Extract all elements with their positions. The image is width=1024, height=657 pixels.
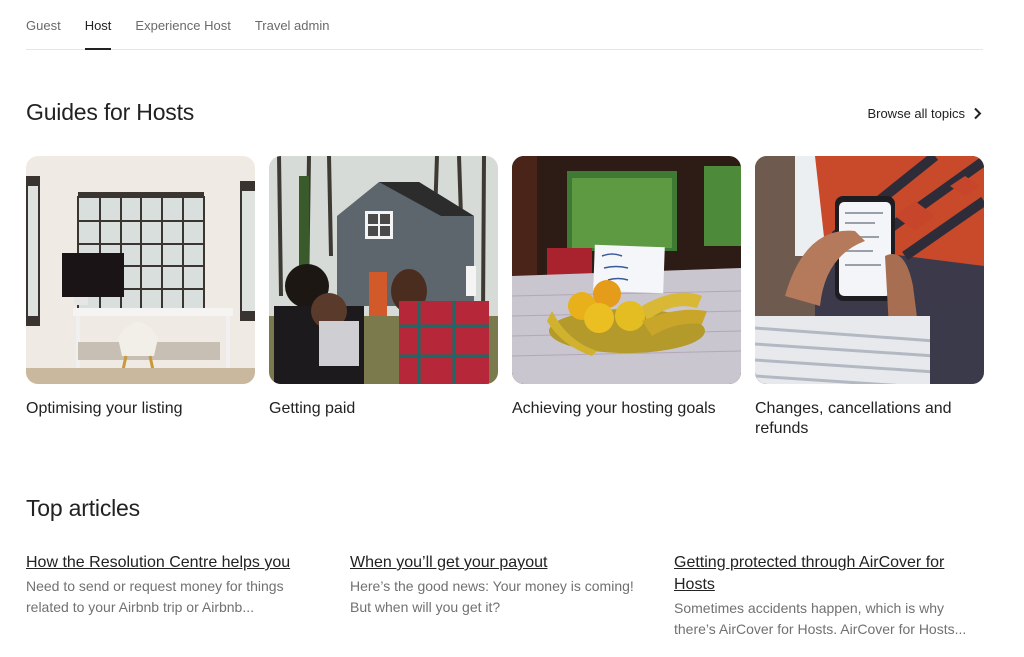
tab-experience-host[interactable]: Experience Host: [135, 0, 230, 50]
top-articles-list: How the Resolution Centre helps you Need…: [26, 552, 986, 640]
guide-card-title: Optimising your listing: [26, 400, 183, 417]
guide-card-title: Getting paid: [269, 400, 356, 417]
fruit-bowl-with-note-photo: [512, 156, 741, 384]
guides-card-list: Optimising your listing Getting paid Ach…: [26, 156, 984, 439]
article-title-link[interactable]: How the Resolution Centre helps you: [26, 552, 326, 574]
guide-card-optimising-listing[interactable]: Optimising your listing: [26, 156, 255, 439]
family-in-front-of-house-photo: [269, 156, 498, 384]
tab-guest[interactable]: Guest: [26, 0, 61, 50]
article-description: Need to send or request money for things…: [26, 578, 284, 615]
article-description: Sometimes accidents happen, which is why…: [674, 600, 967, 637]
guides-section-title: Guides for Hosts: [26, 99, 195, 125]
user-type-tabs: Guest Host Experience Host Travel admin: [26, 0, 983, 50]
guide-card-hosting-goals[interactable]: Achieving your hosting goals: [512, 156, 741, 439]
browse-all-topics-label: Browse all topics: [867, 106, 965, 121]
tab-host[interactable]: Host: [84, 0, 111, 50]
hands-holding-phone-photo: [755, 156, 984, 384]
article-aircover[interactable]: Getting protected through AirCover for H…: [674, 552, 986, 640]
article-resolution-centre[interactable]: How the Resolution Centre helps you Need…: [26, 552, 326, 640]
chevron-right-icon: [974, 107, 982, 120]
guide-card-changes-cancellations[interactable]: Changes, cancellations and refunds: [755, 156, 984, 439]
article-payout[interactable]: When you’ll get your payout Here’s the g…: [350, 552, 650, 640]
article-description: Here’s the good news: Your money is comi…: [350, 578, 634, 615]
article-title-link[interactable]: Getting protected through AirCover for H…: [674, 552, 986, 596]
browse-all-topics-link[interactable]: Browse all topics: [867, 106, 982, 121]
tab-travel-admin[interactable]: Travel admin: [255, 0, 330, 50]
guide-card-getting-paid[interactable]: Getting paid: [269, 156, 498, 439]
top-articles-section-title: Top articles: [26, 495, 140, 521]
article-title-link[interactable]: When you’ll get your payout: [350, 552, 650, 574]
guide-card-title: Changes, cancellations and refunds: [755, 400, 952, 437]
guide-card-title: Achieving your hosting goals: [512, 400, 716, 417]
home-office-desk-photo: [26, 156, 255, 384]
